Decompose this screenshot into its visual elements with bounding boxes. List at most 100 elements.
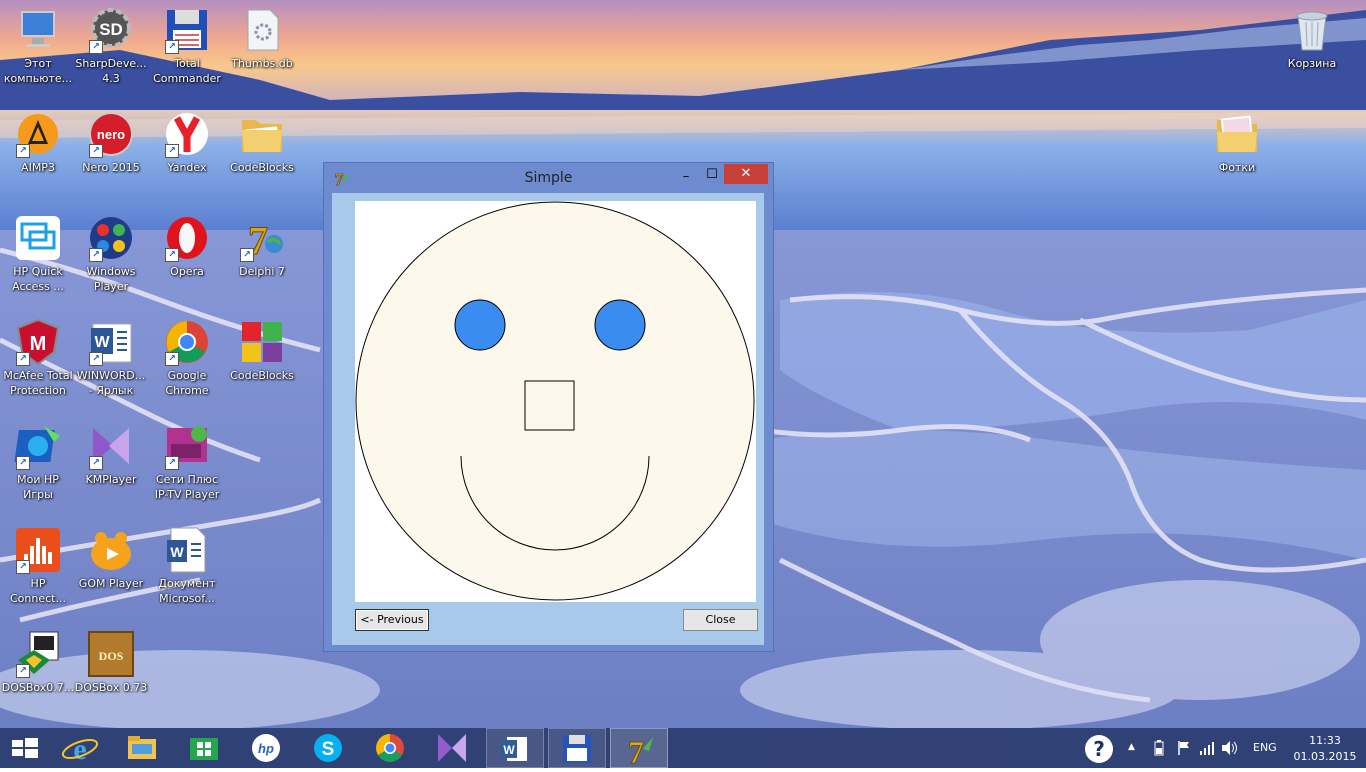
desktop-icon-codeblocks-folder[interactable]: CodeBlocks: [224, 110, 300, 175]
desktop-icon-iptv[interactable]: ↗ Сети Плюс IP-TV Player: [149, 422, 225, 502]
svg-text:7: 7: [628, 734, 644, 769]
desktop-icon-document[interactable]: W Документ Microsof...: [149, 526, 225, 606]
desktop-icon-opera[interactable]: ↗ Opera: [149, 214, 225, 279]
taskbar-delphi[interactable]: 7: [610, 728, 668, 770]
desktop-icon-chrome[interactable]: ↗ Google Chrome: [149, 318, 225, 398]
desktop-icon-total-commander[interactable]: ↗ Total Commander: [149, 6, 225, 86]
desktop-icon-hp-quick-access[interactable]: HP Quick Access ...: [0, 214, 76, 294]
desktop-icon-codeblocks[interactable]: CodeBlocks: [224, 318, 300, 383]
recycle-bin-icon: [1288, 6, 1336, 54]
folder-icon: [238, 110, 286, 158]
icon-label: Корзина: [1287, 57, 1337, 70]
svg-text:nero: nero: [97, 127, 125, 142]
shortcut-arrow-icon: ↗: [165, 144, 179, 158]
desktop-icon-photos[interactable]: Фотки: [1199, 110, 1275, 175]
volume-icon[interactable]: [1221, 740, 1239, 759]
desktop-icon-dosbox[interactable]: DOS DOSBox 0.73: [73, 630, 149, 695]
help-glyph: ?: [1093, 737, 1105, 761]
desktop-icon-nero[interactable]: nero ↗ Nero 2015: [73, 110, 149, 175]
shortcut-arrow-icon: ↗: [165, 40, 179, 54]
icon-label: Google Chrome: [165, 369, 209, 397]
icon-label: Thumbs.db: [231, 57, 293, 70]
shortcut-arrow-icon: ↗: [89, 248, 103, 262]
shortcut-arrow-icon: ↗: [165, 456, 179, 470]
icon-label: Фотки: [1218, 161, 1256, 174]
close-button[interactable]: Close: [683, 609, 758, 631]
desktop-icon-hp-games[interactable]: ↗ Мои HP Игры: [0, 422, 76, 502]
start-button[interactable]: [0, 728, 50, 768]
taskbar-total-commander[interactable]: [548, 728, 606, 768]
computer-icon: [14, 6, 62, 54]
battery-icon[interactable]: [1152, 740, 1166, 759]
desktop-icon-recycle-bin[interactable]: Корзина: [1274, 6, 1350, 71]
desktop-icon-gom[interactable]: GOM Player: [73, 526, 149, 591]
maximize-button[interactable]: ☐: [699, 165, 725, 185]
icon-label: KMPlayer: [85, 473, 137, 486]
taskbar-store[interactable]: [176, 728, 232, 768]
shortcut-arrow-icon: ↗: [16, 144, 30, 158]
taskbar-ie[interactable]: e: [52, 728, 108, 768]
iptv-icon: ↗: [163, 422, 211, 470]
desktop-icon-dosbox-short[interactable]: ↗ DOSBox0.7...: [0, 630, 76, 695]
desktop-icon-thumbs[interactable]: Thumbs.db: [224, 6, 300, 71]
svg-text:hp: hp: [258, 741, 274, 756]
desktop-icon-mcafee[interactable]: M ↗ McAfee Total Protection: [0, 318, 76, 398]
desktop-icon-computer[interactable]: Этот компьюте...: [0, 6, 76, 86]
word-icon: W: [501, 737, 527, 761]
taskbar-chrome[interactable]: [362, 728, 418, 768]
shortcut-arrow-icon: ↗: [16, 664, 30, 678]
opera-icon: ↗: [163, 214, 211, 262]
clock-time[interactable]: 11:33: [1305, 734, 1345, 747]
previous-button[interactable]: <- Previous: [355, 609, 429, 631]
shortcut-arrow-icon: ↗: [89, 352, 103, 366]
action-center-flag-icon[interactable]: [1176, 740, 1192, 759]
desktop-icon-sharpdevelop[interactable]: SD ↗ SharpDeve... 4.3: [73, 6, 149, 86]
desktop-icon-kmplayer[interactable]: ↗ KMPlayer: [73, 422, 149, 487]
right-eye: [594, 299, 646, 351]
title-bar[interactable]: 7 Simple – ☐ ✕: [324, 163, 773, 193]
desktop-icon-windows-player[interactable]: ↗ Windows Player: [73, 214, 149, 294]
file-explorer-icon: [128, 736, 156, 759]
icon-label: Документ Microsof...: [158, 577, 216, 605]
icon-label: AIMP3: [21, 161, 55, 174]
icon-label: Windows Player: [86, 265, 136, 293]
internet-explorer-icon: e: [61, 733, 99, 766]
desktop-icon-aimp[interactable]: ↗ AIMP3: [0, 110, 76, 175]
clock-date[interactable]: 01.03.2015: [1290, 750, 1360, 763]
input-language[interactable]: ENG: [1253, 741, 1277, 754]
photos-folder-icon: [1213, 110, 1261, 158]
svg-text:SD: SD: [99, 20, 123, 39]
desktop-icon-winword[interactable]: W ↗ WINWORD... - Ярлык: [73, 318, 149, 398]
floppy-disk-icon: ↗: [163, 6, 211, 54]
desktop-icon-delphi[interactable]: 7 ↗ Delphi 7: [224, 214, 300, 279]
icon-label: Total Commander: [153, 57, 221, 85]
maximize-icon: ☐: [706, 167, 718, 182]
icon-label: HP Connect...: [10, 577, 66, 605]
system-file-icon: [238, 6, 286, 54]
minimize-button[interactable]: –: [673, 167, 699, 187]
taskbar-kmplayer[interactable]: [424, 728, 480, 768]
simple-window: 7 Simple – ☐ ✕ <- Previous Close: [323, 162, 774, 652]
network-signal-icon[interactable]: [1199, 740, 1215, 759]
show-hidden-icons-button[interactable]: ▲: [1128, 742, 1135, 752]
close-window-button[interactable]: ✕: [724, 164, 768, 184]
desktop-icon-yandex[interactable]: ↗ Yandex: [149, 110, 225, 175]
help-icon[interactable]: ?: [1085, 735, 1113, 763]
floppy-disk-icon: [563, 735, 591, 763]
delphi-icon: 7: [628, 734, 653, 770]
svg-text:S: S: [322, 739, 335, 760]
shortcut-arrow-icon: ↗: [165, 352, 179, 366]
icon-label: WINWORD... - Ярлык: [76, 369, 146, 397]
desktop-icon-hp-connect[interactable]: ↗ HP Connect...: [0, 526, 76, 606]
taskbar-hp[interactable]: hp: [238, 728, 294, 768]
icon-label: Nero 2015: [82, 161, 140, 174]
icon-label: HP Quick Access ...: [12, 265, 64, 293]
shortcut-arrow-icon: ↗: [89, 40, 103, 54]
taskbar-explorer[interactable]: [114, 728, 170, 768]
taskbar-word[interactable]: W: [486, 728, 544, 768]
shortcut-arrow-icon: ↗: [16, 560, 30, 574]
gom-player-icon: [87, 526, 135, 574]
kmplayer-icon: ↗: [87, 422, 135, 470]
taskbar-skype[interactable]: S: [300, 728, 356, 768]
previous-button-label: <- Previous: [360, 613, 424, 626]
